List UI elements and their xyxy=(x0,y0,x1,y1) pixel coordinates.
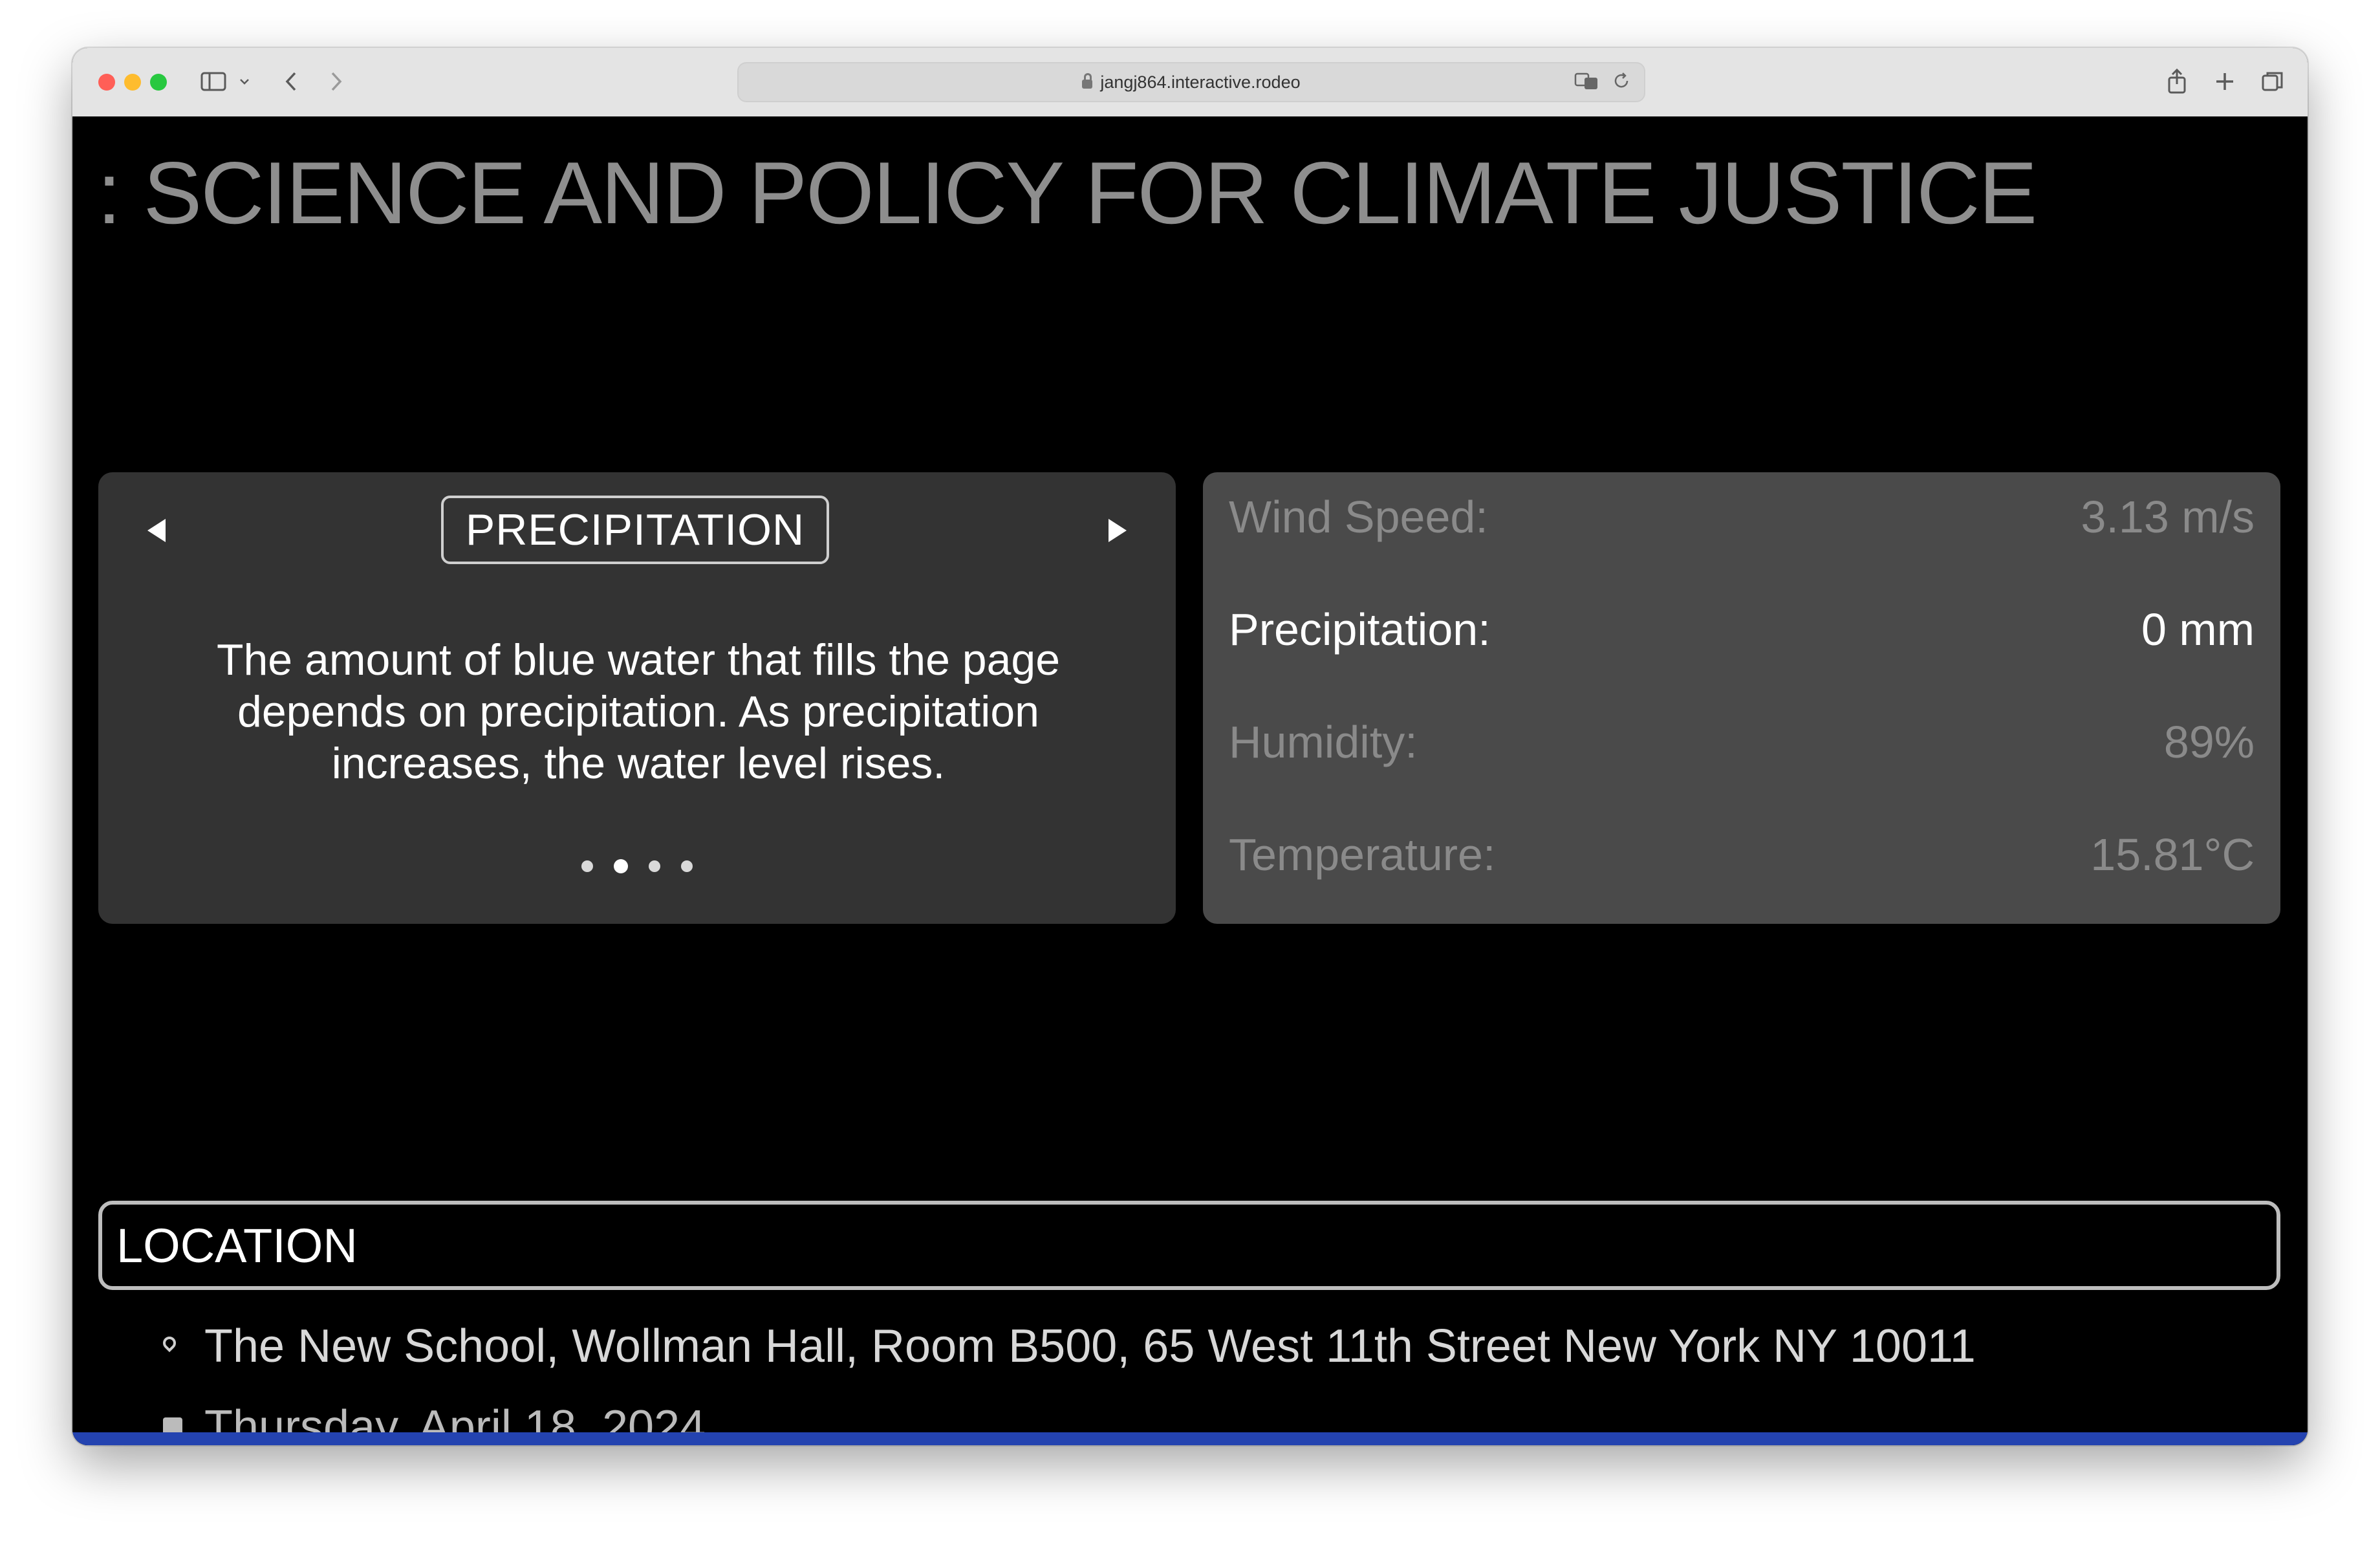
carousel-title: PRECIPITATION xyxy=(441,496,829,564)
temperature-label: Temperature: xyxy=(1229,829,1496,880)
weather-panel: Wind Speed: 3.13 m/s Precipitation: 0 mm… xyxy=(1203,472,2280,924)
minimize-window-button[interactable] xyxy=(124,74,141,91)
lock-icon xyxy=(1082,73,1093,89)
chevron-down-icon[interactable] xyxy=(237,66,252,97)
temperature-value: 15.81°C xyxy=(2090,829,2255,880)
browser-window: jangj864.interactive.rodeo : SCIENCE AND… xyxy=(72,48,2308,1445)
reload-icon[interactable] xyxy=(1612,71,1631,95)
humidity-row: Humidity: 89% xyxy=(1229,713,2255,771)
location-heading: LOCATION xyxy=(98,1201,2280,1290)
precipitation-value: 0 mm xyxy=(2141,604,2255,655)
map-pin-icon xyxy=(163,1337,180,1356)
precipitation-row: Precipitation: 0 mm xyxy=(1229,600,2255,659)
precipitation-label: Precipitation: xyxy=(1229,604,1491,655)
location-address-row: The New School, Wollman Hall, Room B500,… xyxy=(163,1320,1976,1373)
carousel-dot[interactable] xyxy=(581,860,593,872)
forward-icon[interactable] xyxy=(323,66,349,97)
translate-icon[interactable] xyxy=(1574,71,1599,95)
page-headline: : SCIENCE AND POLICY FOR CLIMATE JUSTICE xyxy=(97,144,2037,242)
browser-toolbar: jangj864.interactive.rodeo xyxy=(72,48,2308,118)
new-tab-icon[interactable] xyxy=(2211,66,2239,97)
temperature-row: Temperature: 15.81°C xyxy=(1229,825,2255,884)
carousel-dot[interactable] xyxy=(649,860,660,872)
carousel-prev-button[interactable] xyxy=(147,519,166,542)
carousel-description: The amount of blue water that fills the … xyxy=(216,635,1061,788)
carousel-dot-active[interactable] xyxy=(614,859,628,873)
sidebar-toggle-icon[interactable] xyxy=(199,66,228,97)
zoom-window-button[interactable] xyxy=(150,74,167,91)
wind-speed-label: Wind Speed: xyxy=(1229,492,1488,542)
tab-overview-icon[interactable] xyxy=(2258,66,2287,97)
back-icon[interactable] xyxy=(278,66,304,97)
humidity-value: 89% xyxy=(2163,717,2255,767)
location-address: The New School, Wollman Hall, Room B500,… xyxy=(204,1320,1976,1372)
carousel-indicators xyxy=(98,859,1176,873)
carousel-dot[interactable] xyxy=(681,860,693,872)
wind-speed-value: 3.13 m/s xyxy=(2081,492,2255,542)
share-icon[interactable] xyxy=(2163,66,2191,97)
water-level-fill xyxy=(72,1432,2308,1445)
url-text: jangj864.interactive.rodeo xyxy=(1100,72,1301,92)
humidity-label: Humidity: xyxy=(1229,717,1418,767)
close-window-button[interactable] xyxy=(98,74,115,91)
carousel-next-button[interactable] xyxy=(1109,519,1127,542)
wind-speed-row: Wind Speed: 3.13 m/s xyxy=(1229,488,2255,546)
address-bar[interactable]: jangj864.interactive.rodeo xyxy=(737,62,1645,102)
info-carousel: PRECIPITATION The amount of blue water t… xyxy=(98,472,1176,924)
page-content: : SCIENCE AND POLICY FOR CLIMATE JUSTICE… xyxy=(72,116,2308,1445)
